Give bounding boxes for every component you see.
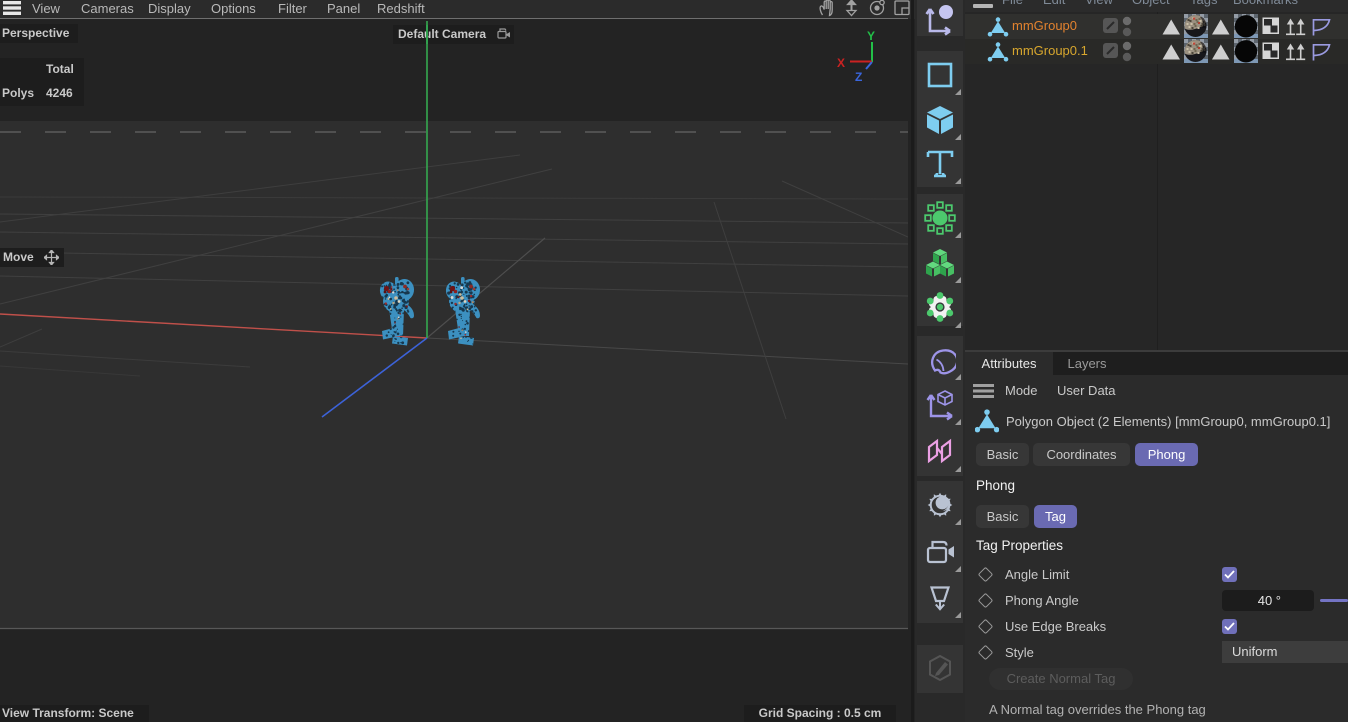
svg-text:Z: Z — [855, 70, 862, 84]
svg-text:X: X — [837, 56, 845, 70]
svg-text:Y: Y — [867, 29, 875, 43]
